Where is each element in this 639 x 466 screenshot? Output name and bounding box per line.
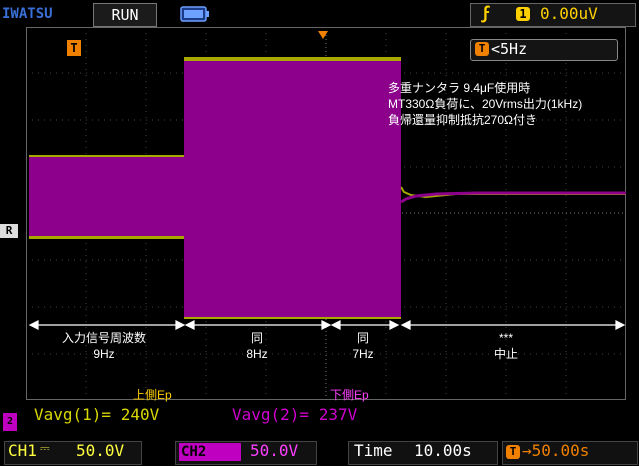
trigger-level: 0.00uV [540,4,598,23]
ref-marker[interactable]: R [0,224,18,238]
ch2-scale: 50.0V [250,441,299,460]
trigger-position-icon: T [506,445,520,459]
ch1-coupling-icon: ⎓ [40,441,50,455]
segment-value-3: 7Hz [352,347,374,361]
trigger-source-badge: 1 [516,7,530,21]
segment-value-1: 9Hz [93,347,115,361]
frequency-value: <5Hz [491,40,528,58]
trigger-freq-icon: T [475,42,489,56]
segment-label-2: 同 [250,331,263,345]
segment-label-1: 入力信号周波数 [61,331,146,345]
trigger-position-marker[interactable]: T [67,40,81,56]
run-status-button[interactable]: RUN [93,3,157,27]
rising-edge-icon: ϝ [481,3,492,24]
ch2-label: CH2 [179,443,241,461]
battery-icon [180,6,209,22]
measurement-ch2: Vavg(2)= 237V [232,405,358,424]
ep-upper-label: 上側Ep [133,388,172,402]
segment-label-3: 同 [356,331,369,345]
time-label: Time [354,441,393,460]
segment-value-2: 8Hz [246,347,268,361]
ch1-scale: 50.0V [76,441,125,460]
brand-logo: IWATSU [2,3,82,25]
segment-arrows [28,320,626,330]
measurement-ch1: Vavg(1)= 240V [34,405,160,424]
trigger-position-value: →50.00s [522,441,590,460]
ep-lower-label: 下側Ep [330,388,369,402]
segment-value-4: 中止 [493,347,518,361]
note-line-3: 負帰還量抑制抵抗270Ω付き [388,113,537,127]
segment-label-4: *** [498,331,513,345]
note-line-2: MT330Ω負荷に、20Vrms出力(1kHz) [388,97,583,111]
trigger-point-icon [318,31,328,39]
ch1-label: CH1 [8,441,37,460]
note-line-1: 多重ナンタラ 9.4μF使用時 [388,81,531,95]
ch2-ground-marker[interactable]: 2 [3,413,17,431]
time-value: 10.00s [414,441,472,460]
